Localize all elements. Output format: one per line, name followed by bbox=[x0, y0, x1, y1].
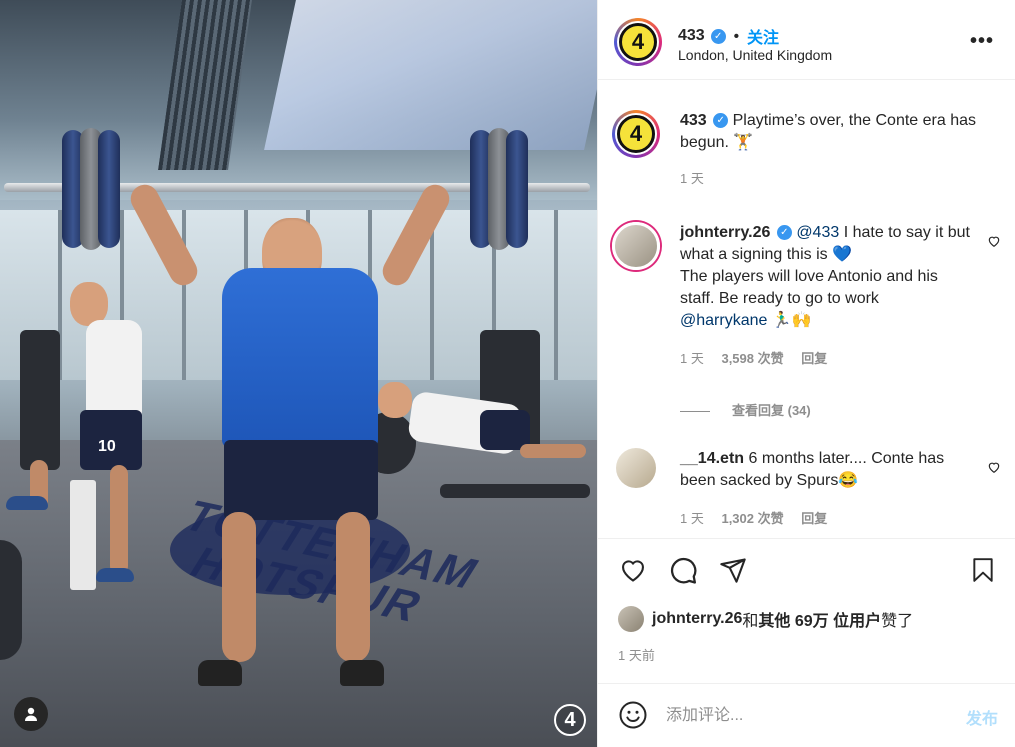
likes-and: 和 bbox=[742, 613, 759, 630]
conte-leg bbox=[336, 512, 370, 662]
liker-avatar[interactable] bbox=[618, 606, 644, 632]
separator-dot: • bbox=[733, 27, 739, 45]
weight-plate bbox=[98, 130, 120, 248]
likes-suffix: 赞了 bbox=[881, 613, 914, 630]
instagram-post-modal: TOTTENHAM HOTSPUR 10 4 4 433 ✓ • 关注 Lond… bbox=[0, 0, 1015, 747]
conte-leg bbox=[222, 512, 256, 662]
view-replies-button[interactable]: 查看回复 (34) bbox=[680, 400, 811, 419]
hurdle bbox=[70, 480, 96, 590]
comment-time[interactable]: 1 天 bbox=[680, 511, 704, 526]
conte-shorts bbox=[224, 440, 378, 520]
son-leg bbox=[520, 444, 586, 458]
post-image[interactable]: TOTTENHAM HOTSPUR 10 4 bbox=[0, 0, 597, 747]
follow-button[interactable]: 关注 bbox=[747, 24, 779, 48]
caption-avatar[interactable]: 4 bbox=[612, 110, 660, 158]
likes-others-link[interactable]: 其他 69万 位用户 bbox=[758, 607, 881, 631]
post-header: 4 433 ✓ • 关注 London, United Kingdom ••• bbox=[598, 0, 1015, 80]
divider-line bbox=[680, 411, 710, 413]
conte-shoe bbox=[340, 660, 384, 686]
comment-like-count[interactable]: 3,598 次赞 bbox=[721, 351, 783, 366]
bench bbox=[440, 484, 590, 498]
action-bar bbox=[598, 538, 1015, 602]
kane-shoe bbox=[96, 568, 134, 582]
caption-body: 433 ✓ Playtime’s over, the Conte era has… bbox=[680, 110, 1000, 190]
liker-username[interactable]: johnterry.26 bbox=[652, 610, 742, 628]
like-heart-icon[interactable] bbox=[616, 553, 650, 587]
commenter-avatar[interactable] bbox=[616, 448, 656, 488]
author-avatar[interactable]: 4 bbox=[614, 18, 662, 66]
weight-plate bbox=[506, 130, 528, 248]
post-comment-button[interactable]: 发布 bbox=[966, 705, 998, 729]
equipment-edge bbox=[0, 540, 22, 660]
comment-item: johnterry.26 ✓ @433 I hate to say it but… bbox=[612, 222, 1002, 392]
son-head bbox=[378, 382, 412, 418]
reply-button[interactable]: 回复 bbox=[801, 511, 827, 526]
location-link[interactable]: London, United Kingdom bbox=[678, 47, 832, 63]
commenter-avatar[interactable] bbox=[612, 222, 660, 270]
comment-body: johnterry.26 ✓ @433 I hate to say it but… bbox=[680, 222, 970, 370]
gym-machine-left bbox=[20, 330, 60, 470]
post-side-panel: 4 433 ✓ • 关注 London, United Kingdom ••• … bbox=[597, 0, 1015, 747]
skylight bbox=[264, 0, 597, 150]
comment-time[interactable]: 1 天 bbox=[680, 351, 704, 366]
comment-bubble-icon[interactable] bbox=[666, 553, 700, 587]
mention-link[interactable]: @harrykane bbox=[680, 312, 767, 329]
watermark-logo-433: 4 bbox=[554, 704, 586, 736]
more-options-icon[interactable]: ••• bbox=[970, 30, 994, 53]
comment-like-heart-icon[interactable] bbox=[986, 234, 1002, 250]
caption: 4 433 ✓ Playtime’s over, the Conte era h… bbox=[612, 110, 1002, 200]
save-bookmark-icon[interactable] bbox=[966, 553, 1000, 587]
reply-button[interactable]: 回复 bbox=[801, 351, 827, 366]
share-send-icon[interactable] bbox=[716, 553, 750, 587]
caption-time[interactable]: 1 天 bbox=[680, 168, 1000, 190]
verified-badge-icon: ✓ bbox=[710, 28, 726, 44]
comment-text: The players will love Antonio and his st… bbox=[680, 268, 938, 307]
comment-username[interactable]: __14.etn bbox=[680, 450, 744, 467]
comment-input[interactable] bbox=[666, 704, 936, 728]
logo-433-icon: 4 bbox=[619, 23, 657, 61]
caption-username[interactable]: 433 bbox=[680, 112, 707, 129]
emoji-smiley-icon[interactable] bbox=[618, 700, 648, 730]
tagged-users-icon[interactable] bbox=[14, 697, 48, 731]
verified-badge-icon: ✓ bbox=[713, 113, 729, 129]
comment-like-count[interactable]: 1,302 次赞 bbox=[721, 511, 783, 526]
conte-shirt bbox=[222, 268, 378, 448]
comment-username[interactable]: johnterry.26 bbox=[680, 224, 770, 241]
mention-link[interactable]: @433 bbox=[796, 224, 839, 241]
kane-shorts: 10 bbox=[80, 410, 142, 470]
logo-433-icon: 4 bbox=[617, 115, 655, 153]
conte-shoe bbox=[198, 660, 242, 686]
post-date[interactable]: 1 天前 bbox=[618, 645, 655, 664]
liked-by: johnterry.26 和 其他 69万 位用户 赞了 bbox=[618, 606, 913, 632]
comment-like-heart-icon[interactable] bbox=[986, 460, 1002, 476]
comment-item: __14.etn 6 months later.... Conte has be… bbox=[612, 448, 1002, 538]
comment-body: __14.etn 6 months later.... Conte has be… bbox=[680, 448, 970, 530]
kane-shoe bbox=[6, 496, 48, 510]
comment-emoji: 🏃‍♂️🙌 bbox=[767, 312, 812, 329]
comment-meta: 1 天 3,598 次赞 回复 bbox=[680, 348, 970, 370]
add-comment-bar: 发布 bbox=[598, 683, 1015, 747]
comment-meta: 1 天 1,302 次赞 回复 bbox=[680, 508, 970, 530]
verified-badge-icon: ✓ bbox=[776, 225, 792, 241]
author-username[interactable]: 433 bbox=[678, 27, 705, 45]
kane-leg bbox=[110, 465, 128, 575]
